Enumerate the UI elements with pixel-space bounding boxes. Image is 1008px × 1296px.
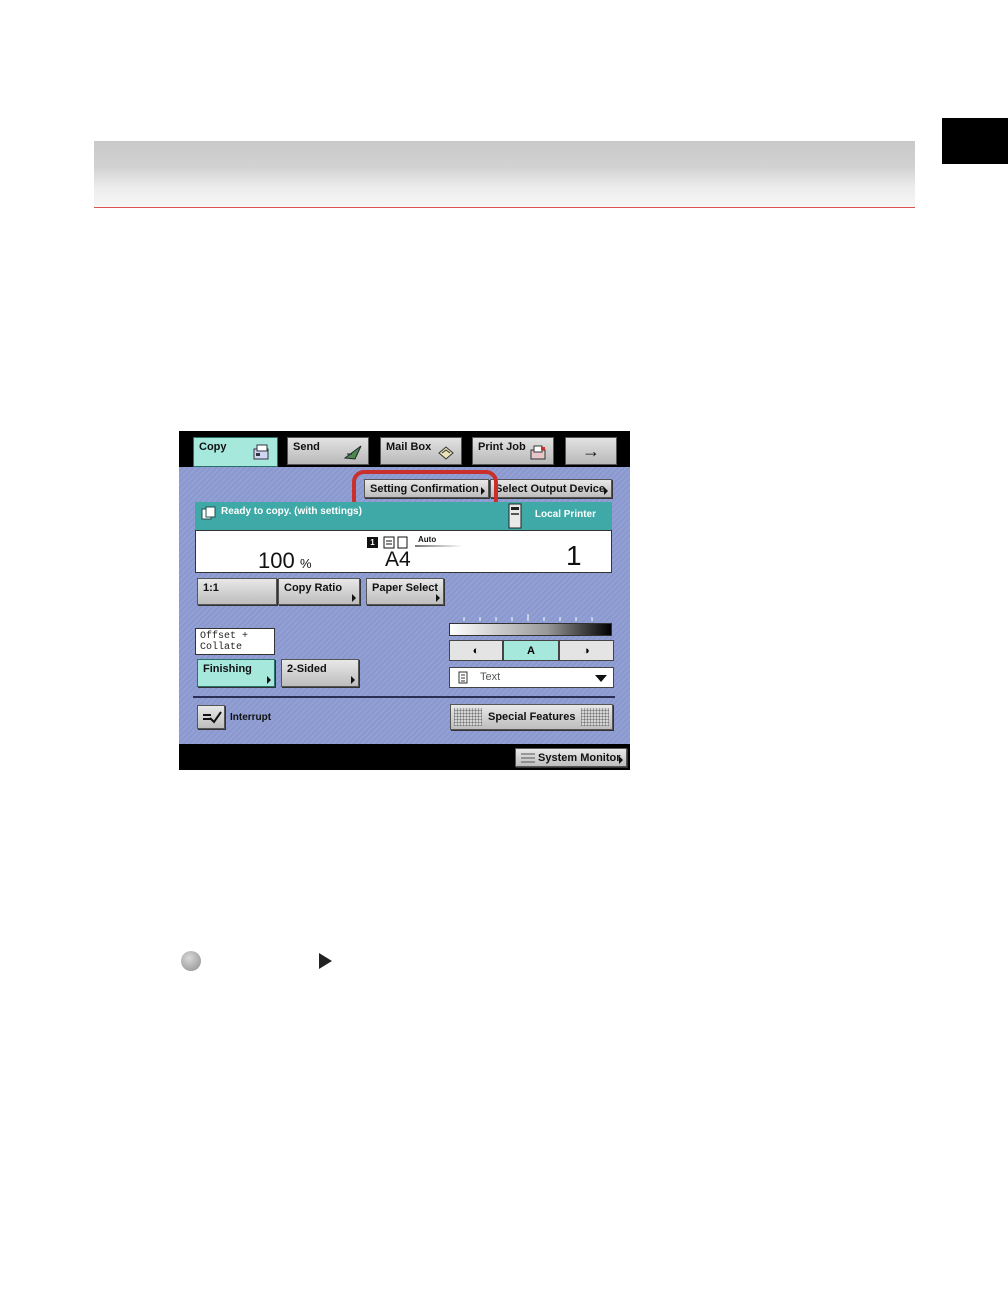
copy-icon	[253, 444, 269, 460]
touch-panel-screen: Copy Send Mail Box Print Job → Setting C…	[179, 431, 630, 770]
paper-size-value: A4	[385, 548, 411, 571]
copy-ratio-button[interactable]: Copy Ratio	[278, 578, 360, 605]
copies-count: 1	[566, 540, 582, 571]
chevron-right-icon	[436, 594, 440, 602]
two-sided-label: 2-Sided	[287, 663, 327, 675]
system-monitor-button[interactable]: System Monitor	[515, 748, 627, 767]
tab-print-job-label: Print Job	[478, 441, 526, 453]
density-auto-button[interactable]: A	[503, 640, 559, 661]
status-bar: Ready to copy. (with settings) Local Pri…	[195, 502, 612, 530]
special-features-pattern-left	[454, 708, 482, 726]
copies-icon	[201, 506, 216, 520]
chevron-right-icon	[267, 676, 271, 684]
panel-divider	[193, 696, 615, 698]
special-features-label: Special Features	[488, 711, 576, 723]
copy-info-area: 100 % 1 Auto A4 1	[195, 530, 612, 573]
tab-print-job[interactable]: Print Job	[472, 437, 554, 465]
chevron-right-icon	[351, 676, 355, 684]
note-pencil-icon	[181, 951, 201, 971]
special-features-pattern-right	[581, 708, 609, 726]
density-auto-label: A	[527, 644, 535, 657]
density-darker-button[interactable]: ◑	[559, 640, 614, 661]
original-type-select[interactable]: Text	[449, 667, 614, 688]
dropdown-arrow-icon	[595, 675, 607, 682]
copy-ratio-unit: %	[300, 556, 312, 571]
finishing-button[interactable]: Finishing	[197, 659, 275, 687]
half-circle-right-icon: ◑	[583, 644, 590, 657]
interrupt-button[interactable]	[197, 705, 225, 729]
tab-copy[interactable]: Copy	[193, 437, 278, 467]
tab-send[interactable]: Send	[287, 437, 369, 465]
tab-send-label: Send	[293, 441, 320, 453]
original-type-value: Text	[480, 671, 501, 683]
half-circle-left-icon: ◐	[472, 644, 480, 657]
interrupt-label: Interrupt	[230, 712, 272, 723]
tooltip-line-1: Offset +	[200, 631, 249, 642]
tab-copy-label: Copy	[199, 441, 227, 453]
monitor-icon	[521, 753, 535, 763]
paper-select-label: Paper Select	[372, 582, 439, 594]
arrow-right-icon: →	[582, 440, 600, 461]
select-output-device-button[interactable]: Select Output Device	[490, 479, 612, 498]
printer-icon	[508, 503, 522, 529]
local-printer-label: Local Printer	[534, 509, 596, 520]
two-sided-button[interactable]: 2-Sided	[281, 659, 359, 687]
density-lighter-button[interactable]: ◐	[449, 640, 503, 661]
print-job-icon	[530, 445, 546, 460]
density-scale-ticks	[463, 614, 593, 621]
special-features-button[interactable]: Special Features	[450, 704, 613, 730]
status-message: Ready to copy. (with settings)	[221, 506, 362, 517]
chevron-right-icon	[604, 487, 608, 495]
paper-mode-line	[415, 545, 463, 547]
select-output-device-label: Select Output Device	[495, 483, 606, 495]
section-header-rule	[94, 207, 915, 208]
chevron-right-icon	[352, 594, 356, 602]
one-to-one-button[interactable]: 1:1	[197, 578, 277, 605]
next-tab-button[interactable]: →	[565, 437, 617, 465]
paper-mode-label: Auto	[418, 535, 437, 544]
arrow-right-icon	[319, 953, 332, 969]
tab-mail-box[interactable]: Mail Box	[380, 437, 462, 465]
send-icon	[343, 445, 362, 460]
section-header-band	[94, 141, 915, 207]
paper-select-button[interactable]: Paper Select	[366, 578, 444, 605]
bottom-status-bar: System Monitor	[179, 744, 630, 770]
chevron-right-icon	[619, 756, 623, 764]
mail-box-icon	[438, 446, 454, 460]
interrupt-icon	[203, 711, 222, 724]
text-document-icon	[458, 671, 468, 684]
copy-ratio-label: Copy Ratio	[284, 582, 343, 594]
copy-ratio-value: 100	[258, 548, 295, 573]
density-gradient-bar	[449, 623, 612, 636]
finishing-setting-tooltip: Offset + Collate	[195, 628, 275, 655]
tooltip-line-2: Collate	[200, 642, 243, 653]
finishing-label: Finishing	[203, 663, 252, 675]
one-to-one-label: 1:1	[203, 582, 219, 594]
chapter-tab	[942, 118, 1008, 164]
copy-panel: Setting Confirmation Select Output Devic…	[179, 467, 630, 744]
system-monitor-label: System Monitor	[538, 752, 621, 764]
mode-number-badge: 1	[367, 537, 378, 548]
tab-mail-box-label: Mail Box	[386, 441, 432, 453]
